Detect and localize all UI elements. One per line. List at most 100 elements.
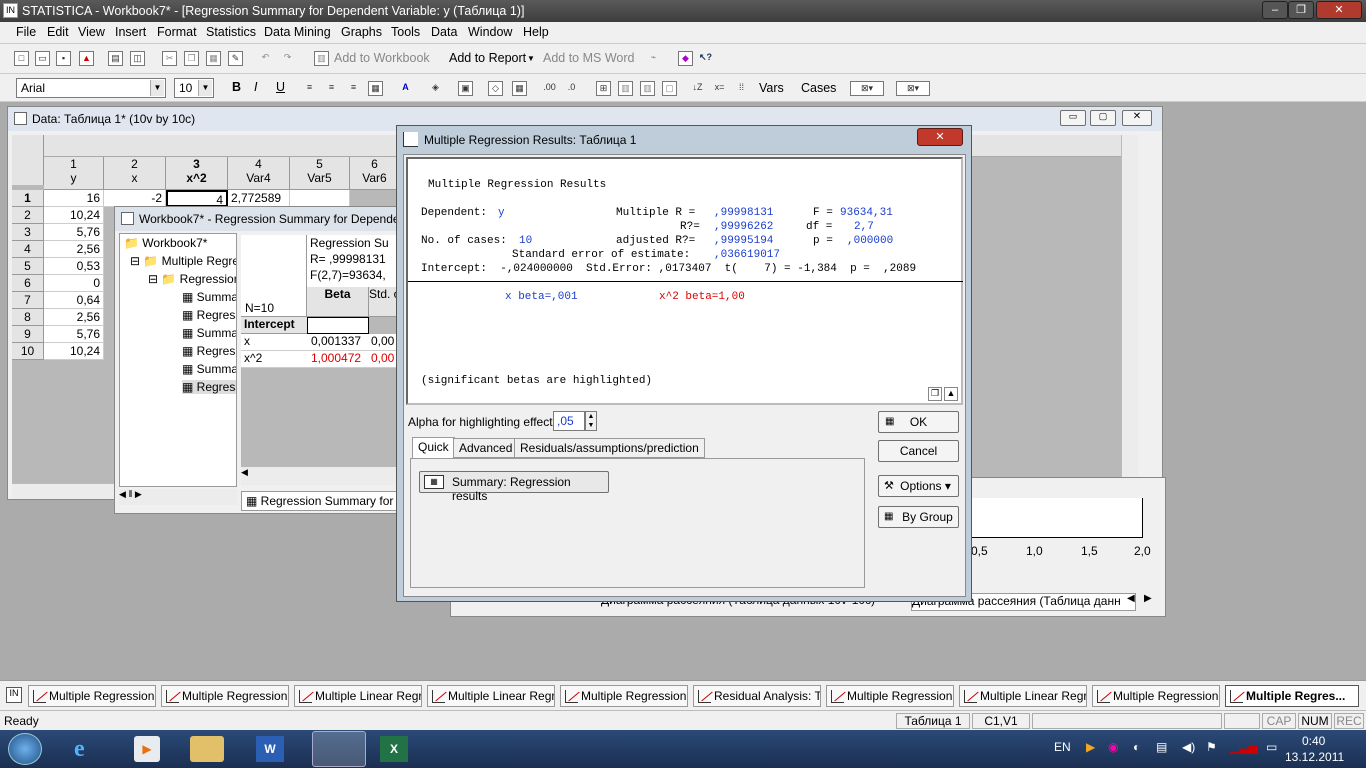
taskbar-item[interactable]: Multiple Regression ... [826,685,954,707]
col-header-x2[interactable]: 3 x^2 [166,157,228,190]
clock-time[interactable]: 0:40 [1302,734,1325,748]
chevron-down-icon[interactable]: ▼ [198,80,212,96]
tab-advanced[interactable]: Advanced [453,438,519,458]
menu-tools[interactable]: Tools [391,25,420,39]
app-small-icon[interactable]: IN [6,687,22,703]
add-to-msword-button[interactable]: Add to MS Word [543,51,634,65]
ok-button[interactable]: ▦ OK [878,411,959,433]
new-file-icon[interactable]: □ [14,51,29,66]
lock-icon[interactable]: ▢ [662,81,677,96]
cell-y[interactable]: 0,64 [44,292,104,309]
maximize-icon[interactable]: ▢ [1090,110,1116,126]
menu-format[interactable]: Format [157,25,197,39]
tree-node-regression-results[interactable]: ⊟ 📁 Regression results [148,272,236,286]
taskbar-item[interactable]: Multiple Linear Regr... [959,685,1087,707]
col-header-var6[interactable]: 6 Var6 [350,157,400,190]
vars-button[interactable]: Vars [759,81,784,95]
font-color-icon[interactable]: A [398,81,413,96]
taskbar-item[interactable]: Residual Analysis: T... [693,685,821,707]
row-header[interactable]: 10 [12,343,44,360]
menu-help[interactable]: Help [523,25,549,39]
volume-icon[interactable]: ◀) [1182,740,1195,754]
restore-icon[interactable]: ❐ [1288,1,1314,19]
tree-node-workbook[interactable]: 📁 Workbook7* [124,236,207,250]
cell-x2-beta[interactable]: 1,000472 [307,351,369,368]
cell-intercept-beta[interactable] [307,317,369,334]
add-to-workbook-button[interactable]: Add to Workbook [334,51,430,65]
taskbar-item[interactable]: Multiple Linear Regr... [294,685,422,707]
internet-explorer-icon[interactable]: e [74,736,102,762]
col-header-var4[interactable]: 4 Var4 [228,157,290,190]
cell-x-beta[interactable]: 0,001337 [307,334,369,351]
format-painter-icon[interactable]: ✎ [228,51,243,66]
formula-icon[interactable]: x= [712,81,727,96]
summary-regression-results-button[interactable]: ▦ Summary: Regression results [419,471,609,503]
cell-y[interactable]: 10,24 [44,343,104,360]
justify-icon[interactable]: ▦ [368,81,383,96]
dropdown-arrow-icon[interactable]: ▼ [527,54,535,63]
col-header-beta[interactable]: Beta [307,287,369,317]
book-icon[interactable]: ◆ [678,51,693,66]
decimal-decrease-icon[interactable]: .0 [564,81,579,96]
menu-file[interactable]: File [16,25,36,39]
add-to-report-button[interactable]: Add to Report [449,51,526,65]
decimal-increase-icon[interactable]: .00 [542,81,557,96]
sort-icon[interactable]: ↓Z [690,81,705,96]
cell-y[interactable]: 16 [44,190,104,207]
tree-node-summary[interactable]: ▦ Summary [182,326,236,340]
row-header-x2[interactable]: x^2 [241,351,307,368]
tree-node-multiple-regression[interactable]: ⊟ 📁 Multiple Regression [130,254,236,268]
menu-insert[interactable]: Insert [115,25,146,39]
fill-color-icon[interactable]: ◈ [428,81,443,96]
tree-node-regression[interactable]: ▦ Regression [182,308,236,322]
redo-icon[interactable]: ↷ [280,51,295,66]
open-folder-icon[interactable]: ▭ [35,51,50,66]
taskbar-item[interactable]: Multiple Regression ... [560,685,688,707]
minimize-icon[interactable]: – [1262,1,1288,19]
cell-y[interactable]: 0,53 [44,258,104,275]
cell-y[interactable]: 5,76 [44,326,104,343]
undo-icon[interactable]: ↶ [258,51,273,66]
options-button[interactable]: ⚒ Options ▾ [878,475,959,497]
taskbar-item[interactable]: Multiple Regression ... [1092,685,1220,707]
word-icon[interactable]: W [256,736,284,762]
alpha-spinner[interactable]: ▲ ▼ [585,411,597,431]
tree-node-summary[interactable]: ▦ Summary [182,362,236,376]
variables-grid-icon[interactable]: ⁞⁞ [734,81,749,96]
row-header[interactable]: 1 [12,190,44,207]
tree-node-regression[interactable]: ▦ Regression [182,344,236,358]
col-header-x[interactable]: 2x [104,157,166,190]
grid-icon[interactable]: ▦ [512,81,527,96]
close-icon[interactable]: ✕ [1316,1,1362,19]
workbook-tree[interactable]: 📁 Workbook7* ⊟ 📁 Multiple Regression ⊟ 📁… [119,233,237,487]
tray-app-icon[interactable]: ▶ [1086,740,1095,754]
row-header[interactable]: 8 [12,309,44,326]
workbook-sheet-tab[interactable]: ▦ Regression Summary for Dependent [241,491,401,511]
tray-icon-3[interactable]: ◐ [1133,740,1140,754]
media-player-icon[interactable]: ▶ [134,736,160,762]
print-preview-icon[interactable]: ◫ [130,51,145,66]
align-center-icon[interactable]: ≡ [324,81,339,96]
tab-scroll-right-icon[interactable]: ▶ [1144,593,1159,611]
help-pointer-icon[interactable]: ↖? [698,51,713,66]
taskbar-item[interactable]: Multiple Regression ... [161,685,289,707]
tree-node-summary[interactable]: ▦ Summary [182,290,236,304]
print-icon[interactable]: ▤ [108,51,123,66]
tag-icon[interactable]: ⌁ [646,51,661,66]
row-header[interactable]: 4 [12,241,44,258]
flag-icon[interactable]: ⚑ [1206,740,1217,754]
workbook-window[interactable]: Workbook7* - Regression Summary for Depe… [114,206,404,514]
italic-button[interactable]: I [254,80,257,94]
align-right-icon[interactable]: ≡ [346,81,361,96]
menu-data[interactable]: Data [431,25,457,39]
network-icon[interactable]: ▤ [1156,740,1167,754]
tab-scroll-left-icon[interactable]: ◀ [1127,593,1142,611]
menu-window[interactable]: Window [468,25,512,39]
menu-graphs[interactable]: Graphs [341,25,382,39]
cell-y[interactable]: 10,24 [44,207,104,224]
add-workbook-icon[interactable]: ▥ [314,51,329,66]
copy-icon[interactable]: ❐ [928,387,942,401]
row-header-intercept[interactable]: Intercept [241,317,307,334]
copy-icon[interactable]: ❐ [184,51,199,66]
signal-icon[interactable]: ▁▃▅ [1230,740,1258,754]
